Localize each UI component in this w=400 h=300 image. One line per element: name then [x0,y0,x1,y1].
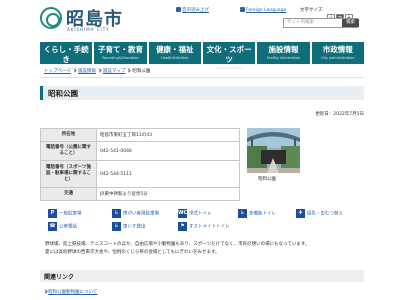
facility-accessible-parking: ♿ 障がい者用駐車場 [112,209,159,219]
page-title-bar: 昭和公園 [40,86,364,100]
facility-nursing: ✚ 授乳・おむつ替え [296,209,343,219]
site-logo[interactable]: 昭島市 AKISHIMA CITY [40,7,130,37]
updated-date: 更新日：2022年7月5日 [315,112,364,117]
search-button[interactable]: 検索 [342,19,359,27]
description-line: 夏には高校野球の西東京大会や、恒例のくじら祭の会場としてもにぎわいをみせます。 [45,250,220,255]
chevron-right-icon [43,289,48,294]
breadcrumb-current: 昭和公園 [132,69,151,74]
info-value: JR東中神駅より徒歩5分 [96,187,240,201]
wheelchair-icon: ♿ [112,209,121,218]
global-nav: くらし・手続き Living guide 子育て・教育 Parenting&Ed… [40,42,364,70]
park-photo [247,128,300,173]
nav-health[interactable]: 健康・福祉 Health&Welfare [148,42,201,64]
page-title: 昭和公園 [48,89,78,98]
city-emblem-icon [40,7,62,29]
related-links-heading: 関連リンク [44,274,75,281]
facility-western-toilet: WC 洋式トイレ [178,209,212,218]
site-header: 昭島市 AKISHIMA CITY 音声読み上げ Foreign Languag… [0,0,400,42]
read-aloud-link[interactable]: 音声読み上げ [176,7,209,13]
info-label: 電話番号（スポーツ施設・駐車場に関すること） [40,160,97,188]
baby-care-icon: ✚ [296,209,305,218]
facility-info-table: 所在地 昭島市東町五丁目11の43 電話番号（公園に関すること） 042-541… [40,128,240,201]
toilet-icon: WC [178,209,188,218]
facility-parking: P 一般駐車場 [48,209,82,219]
info-label: 所在地 [40,128,97,142]
speaker-icon [176,7,181,12]
font-size-label: 文字サイズ [300,8,323,13]
globe-icon [240,7,245,12]
breadcrumb-home[interactable]: トップページ [44,69,71,74]
phone-icon: ☎ [48,222,57,231]
facility-ostomate-toilet: ⚑ オストメイトトイレ [178,222,230,232]
info-value: 042-544-5111 [96,160,240,188]
wheelchair-icon: ♿ [112,222,121,231]
nav-culture[interactable]: 文化・スポーツ Culture&Sports [202,42,256,70]
table-row: 所在地 昭島市東町五丁目11の43 [40,128,240,142]
related-link[interactable]: 昭和公園動物園について [48,289,97,295]
facility-payphone: ☎ 公衆電話 [48,222,77,231]
chevron-right-icon [72,68,77,73]
nav-living[interactable]: くらし・手続き Living guide [40,42,93,70]
ostomate-icon: ⚑ [178,222,187,231]
related-links-header: 関連リンク [40,270,364,282]
info-label: 電話番号（公園に関すること） [40,141,97,161]
info-label: 交通 [40,187,97,201]
nav-parenting[interactable]: 子育て・教育 Parenting&Education [94,42,147,64]
nav-facility[interactable]: 施設情報 Facility information [257,42,310,64]
park-photo-image [247,128,300,173]
chevron-right-icon [97,68,102,73]
facility-wheelchair-rental: ♿ 車いす貸出 [112,222,146,232]
breadcrumb-map[interactable]: 施設マップ [103,69,126,74]
chevron-right-icon [126,68,132,73]
nav-city-admin[interactable]: 市政情報 City administration [311,42,364,64]
parking-icon: P [48,209,57,218]
breadcrumb-facility[interactable]: 施設情報 [78,69,96,74]
site-name-en: AKISHIMA CITY [67,27,110,32]
table-row: 交通 JR東中神駅より徒歩5分 [40,187,240,201]
table-row: 電話番号（スポーツ施設・駐車場に関すること） 042-544-5111 [40,160,240,188]
description-line: 野球場、陸上競技場、テニスコートのほか、自由広場や小動物園もあり、スポーツだけで… [45,242,310,247]
table-row: 電話番号（公園に関すること） 042-541-0046 [40,141,240,161]
facility-multipurpose-toilet: ♿ 多機能トイレ [238,209,276,219]
breadcrumb: トップページ 施設情報 施設マップ 昭和公園 [44,68,150,74]
wheelchair-icon: ♿ [238,209,247,218]
divider [40,77,364,78]
foreign-language-link[interactable]: Foreign Language [240,7,286,13]
info-value: 昭島市東町五丁目11の43 [96,128,240,142]
photo-caption: 昭和公園 [258,177,276,182]
info-value: 042-541-0046 [96,141,240,161]
